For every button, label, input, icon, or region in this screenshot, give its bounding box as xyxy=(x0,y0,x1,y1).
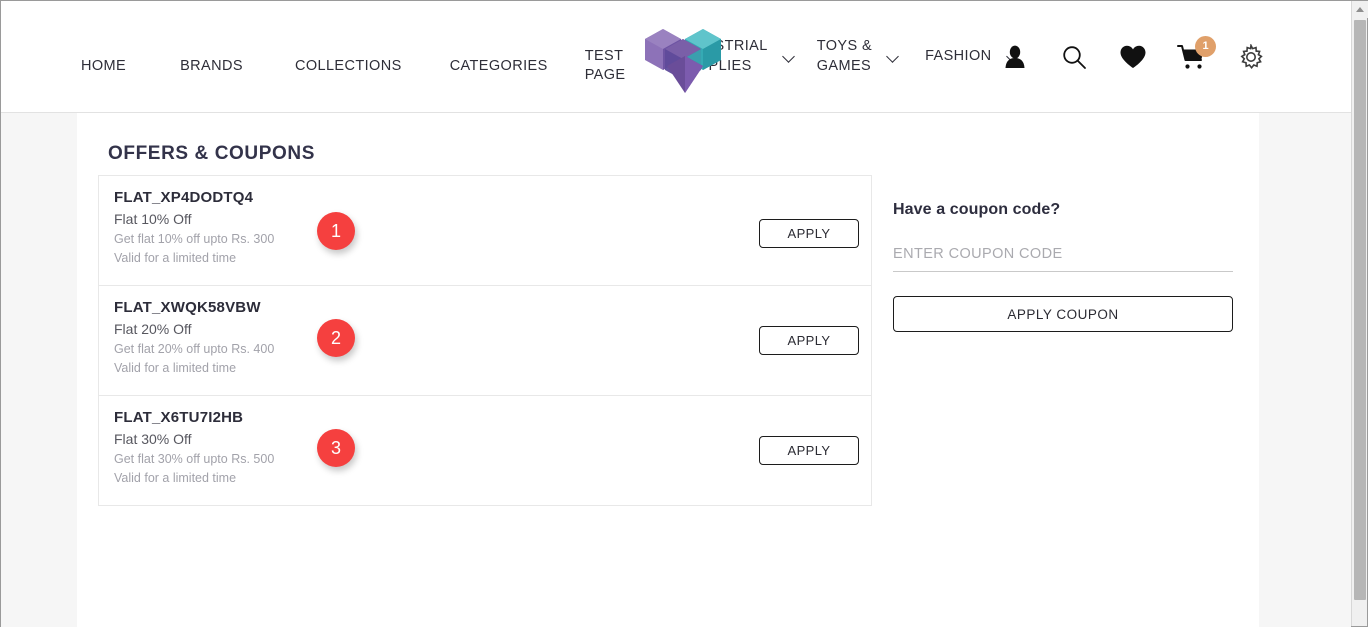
nav-links: HOME BRANDS COLLECTIONS CATEGORIES TEST … xyxy=(81,27,1041,86)
account-button[interactable] xyxy=(993,35,1037,79)
coupon-code-input[interactable] xyxy=(893,244,1233,272)
page-title: OFFERS & COUPONS xyxy=(108,143,316,164)
coupon-validity: Valid for a limited time xyxy=(114,471,237,485)
apply-coupon-button[interactable]: APPLY xyxy=(759,219,859,248)
chevron-down-icon xyxy=(784,51,795,62)
nav-item-label: FASHION xyxy=(925,47,992,64)
nav-item-label: TOYS & GAMES xyxy=(816,37,873,74)
coupon-row: FLAT_XWQK58VBW Flat 20% Off Get flat 20%… xyxy=(99,286,871,396)
nav-item-label: CATEGORIES xyxy=(449,57,548,74)
nav-item-label: HOME xyxy=(81,57,127,74)
panel-title: Have a coupon code? xyxy=(893,201,1061,218)
step-badge: 3 xyxy=(317,429,355,467)
logo-icon xyxy=(645,29,721,93)
scrollbar-thumb[interactable] xyxy=(1354,20,1366,600)
scroll-up-arrow-icon[interactable] xyxy=(1352,1,1368,18)
wishlist-button[interactable] xyxy=(1111,35,1155,79)
nav-item-toys-games[interactable]: TOYS & GAMES xyxy=(817,37,899,76)
main-navigation: HOME BRANDS COLLECTIONS CATEGORIES TEST … xyxy=(1,1,1351,112)
coupon-code: FLAT_XWQK58VBW xyxy=(114,299,261,316)
nav-item-home[interactable]: HOME xyxy=(81,37,126,76)
coupon-info: FLAT_XWQK58VBW Flat 20% Off Get flat 20%… xyxy=(99,286,499,375)
nav-item-label: BRANDS xyxy=(180,57,243,74)
nav-item-label: TEST PAGE xyxy=(584,47,626,84)
coupon-code: FLAT_XP4DODTQ4 xyxy=(114,189,254,206)
header-icon-group: 1 xyxy=(993,1,1273,112)
site-logo[interactable] xyxy=(641,19,725,97)
main-content: OFFERS & COUPONS FLAT_XP4DODTQ4 Flat 10%… xyxy=(77,113,1259,627)
settings-button[interactable] xyxy=(1229,35,1273,79)
coupon-info: FLAT_X6TU7I2HB Flat 30% Off Get flat 30%… xyxy=(99,396,499,485)
coupon-description: Get flat 10% off upto Rs. 300 xyxy=(114,232,275,246)
nav-item-brands[interactable]: BRANDS xyxy=(180,37,243,76)
apply-coupon-button[interactable]: APPLY xyxy=(759,436,859,465)
coupon-validity: Valid for a limited time xyxy=(114,361,237,375)
nav-item-categories[interactable]: CATEGORIES xyxy=(450,37,548,76)
user-icon xyxy=(1005,45,1025,68)
nav-item-test-page[interactable]: TEST PAGE xyxy=(585,27,626,86)
coupon-code-panel: Have a coupon code? APPLY COUPON xyxy=(893,175,1235,332)
apply-coupon-submit-button[interactable]: APPLY COUPON xyxy=(893,296,1233,332)
step-badge: 1 xyxy=(317,212,355,250)
chevron-down-icon xyxy=(888,51,899,62)
heart-icon xyxy=(1120,45,1146,68)
coupon-row: FLAT_XP4DODTQ4 Flat 10% Off Get flat 10%… xyxy=(99,176,871,286)
gear-icon xyxy=(1240,43,1263,69)
coupon-validity: Valid for a limited time xyxy=(114,251,237,265)
coupon-headline: Flat 20% Off xyxy=(114,321,192,337)
coupon-headline: Flat 30% Off xyxy=(114,431,192,447)
coupon-headline: Flat 10% Off xyxy=(114,211,192,227)
coupon-row: FLAT_X6TU7I2HB Flat 30% Off Get flat 30%… xyxy=(99,396,871,506)
apply-coupon-button[interactable]: APPLY xyxy=(759,326,859,355)
nav-item-label: COLLECTIONS xyxy=(294,57,402,74)
search-icon xyxy=(1063,45,1086,69)
cart-button[interactable]: 1 xyxy=(1170,35,1216,79)
coupon-code: FLAT_X6TU7I2HB xyxy=(114,409,244,426)
vertical-scrollbar[interactable] xyxy=(1351,1,1368,626)
nav-item-collections[interactable]: COLLECTIONS xyxy=(295,37,402,76)
browser-viewport: HOME BRANDS COLLECTIONS CATEGORIES TEST … xyxy=(0,0,1368,627)
step-badge: 2 xyxy=(317,319,355,357)
coupons-list: FLAT_XP4DODTQ4 Flat 10% Off Get flat 10%… xyxy=(98,175,872,506)
site-header: HOME BRANDS COLLECTIONS CATEGORIES TEST … xyxy=(1,1,1351,113)
coupon-info: FLAT_XP4DODTQ4 Flat 10% Off Get flat 10%… xyxy=(99,176,499,265)
coupon-description: Get flat 30% off upto Rs. 500 xyxy=(114,452,275,466)
search-button[interactable] xyxy=(1052,35,1096,79)
coupon-description: Get flat 20% off upto Rs. 400 xyxy=(114,342,275,356)
cart-count-badge: 1 xyxy=(1195,35,1216,57)
